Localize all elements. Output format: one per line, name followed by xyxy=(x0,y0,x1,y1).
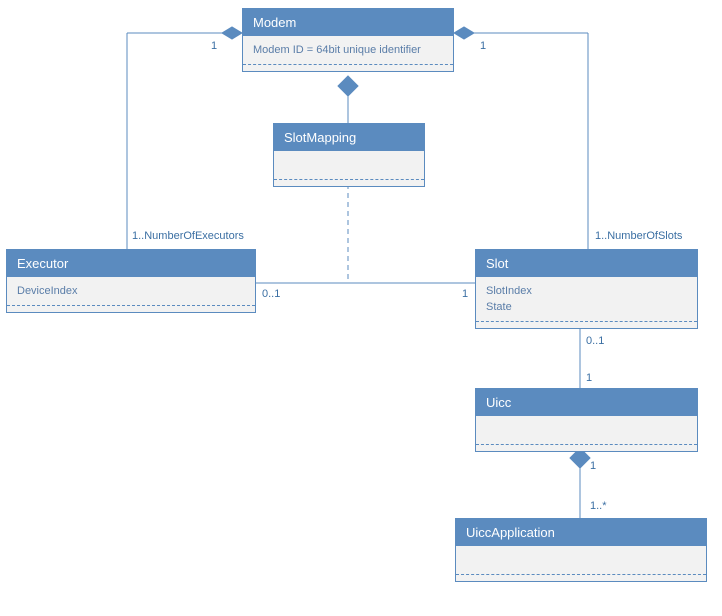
class-modem-title: Modem xyxy=(243,9,453,36)
mult-modem-exec-top: 1 xyxy=(211,40,217,52)
class-slot: Slot SlotIndex State xyxy=(475,249,698,329)
class-slotmapping-body xyxy=(274,151,424,186)
mult-modem-slot-bottom: 1..NumberOfSlots xyxy=(595,230,682,242)
class-executor-title: Executor xyxy=(7,250,255,277)
slot-attr-state: State xyxy=(486,299,687,315)
class-uiccapplication: UiccApplication xyxy=(455,518,707,582)
class-slotmapping-title: SlotMapping xyxy=(274,124,424,151)
mult-modem-slot-top: 1 xyxy=(480,40,486,52)
modem-attr-id: Modem ID = 64bit unique identifier xyxy=(253,42,443,58)
class-slot-title: Slot xyxy=(476,250,697,277)
class-uicc-title: Uicc xyxy=(476,389,697,416)
slot-attr-slotindex: SlotIndex xyxy=(486,283,687,299)
mult-uicc-app-top: 1 xyxy=(590,460,596,472)
class-executor: Executor DeviceIndex xyxy=(6,249,256,313)
class-modem-body: Modem ID = 64bit unique identifier xyxy=(243,36,453,71)
class-executor-body: DeviceIndex xyxy=(7,277,255,312)
class-slotmapping: SlotMapping xyxy=(273,123,425,187)
class-uicc: Uicc xyxy=(475,388,698,452)
mult-uicc-app-bottom: 1..* xyxy=(590,500,607,512)
mult-modem-exec-bottom: 1..NumberOfExecutors xyxy=(132,230,244,242)
class-slot-body: SlotIndex State xyxy=(476,277,697,328)
class-modem: Modem Modem ID = 64bit unique identifier xyxy=(242,8,454,72)
mult-exec-slot-left: 0..1 xyxy=(262,288,280,300)
mult-slot-uicc-bottom: 1 xyxy=(586,372,592,384)
class-uicc-body xyxy=(476,416,697,451)
executor-attr-deviceindex: DeviceIndex xyxy=(17,283,245,299)
class-uiccapp-title: UiccApplication xyxy=(456,519,706,546)
mult-slot-uicc-top: 0..1 xyxy=(586,335,604,347)
mult-exec-slot-right: 1 xyxy=(462,288,468,300)
class-uiccapp-body xyxy=(456,546,706,581)
